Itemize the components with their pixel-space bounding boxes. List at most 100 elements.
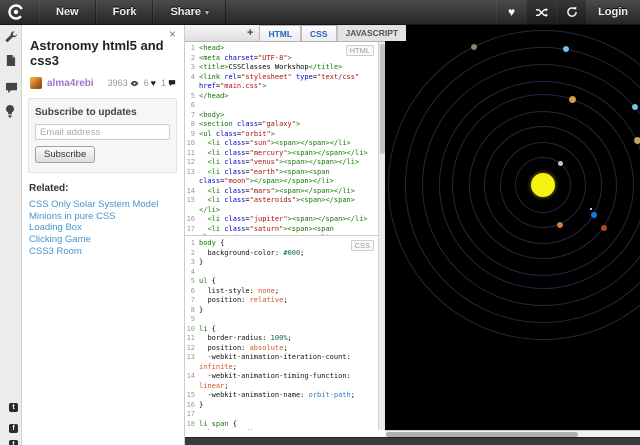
code-line: linear; bbox=[199, 381, 229, 390]
code-line: 4 bbox=[190, 267, 195, 276]
code-line: 13 <li class="earth"><span><span bbox=[186, 167, 330, 176]
menu-fork[interactable]: Fork bbox=[95, 0, 154, 25]
code-line: </li> bbox=[199, 205, 221, 214]
stats: 3963 6 ♥ 1 bbox=[103, 78, 176, 88]
author-link[interactable]: alma4rebi bbox=[47, 78, 94, 89]
code-line: 13 -webkit-animation-iteration-count: bbox=[186, 353, 351, 361]
code-line: 10 li { bbox=[186, 324, 216, 333]
subscribe-button[interactable]: Subscribe bbox=[35, 146, 96, 163]
scrollbar-thumb[interactable] bbox=[380, 44, 385, 154]
related-link[interactable]: Loading Box bbox=[29, 222, 184, 234]
sidebar-icon-strip: t f t bbox=[0, 25, 22, 445]
code-line: 9 bbox=[190, 315, 195, 323]
facebook-button[interactable]: f bbox=[9, 424, 18, 433]
related-link[interactable]: Minions in pure CSS bbox=[29, 211, 184, 223]
code-line: 3} bbox=[190, 258, 204, 266]
tab-css[interactable]: CSS bbox=[301, 25, 337, 41]
tab-html[interactable]: HTML bbox=[259, 25, 302, 41]
tab-javascript[interactable]: JAVASCRIPT bbox=[336, 25, 407, 41]
code-line: 12 position: absolute; bbox=[186, 343, 288, 352]
code-line: 14 <li class="mars"><span></span></li> bbox=[186, 186, 355, 195]
planet-uranus bbox=[563, 46, 569, 52]
add-tab-button[interactable]: + bbox=[241, 25, 259, 41]
code-line: 3 <title>CSSClasses Workshop</title> bbox=[190, 63, 343, 71]
refresh-button[interactable] bbox=[556, 0, 587, 25]
css-code-pane[interactable]: CSS 1 body {2 background-color: #000; 3} 4 5… bbox=[185, 237, 378, 430]
code-line: 1 body { bbox=[190, 239, 225, 247]
code-line: 9 <ul class="orbit"> bbox=[190, 129, 275, 138]
code-line: infinite; bbox=[199, 362, 237, 371]
code-line: 12 <li class="venus"><span></span></li> bbox=[186, 158, 360, 166]
related-link[interactable]: CSS Only Solar System Model bbox=[29, 199, 184, 211]
login-button[interactable]: Login bbox=[586, 6, 640, 18]
code-line: 17 bbox=[186, 410, 195, 418]
planet-jupiter bbox=[568, 95, 576, 103]
code-line: 11 <li class="mercury"><span></span></li… bbox=[186, 148, 368, 157]
code-line: 19 border-radius: 100%; bbox=[185, 429, 378, 430]
planet-mars bbox=[601, 225, 607, 231]
avatar[interactable] bbox=[30, 77, 42, 89]
shuffle-button[interactable] bbox=[526, 0, 557, 25]
code-line: 8 <section class="galaxy"> bbox=[190, 120, 301, 128]
code-line: 16 <li class="jupiter"><span></span></li… bbox=[186, 215, 368, 223]
status-bar bbox=[185, 437, 640, 445]
code-line: class="moon"></span></span></li> bbox=[199, 177, 334, 185]
code-line: 5 ul { bbox=[190, 277, 216, 285]
author-row: alma4rebi 3963 6 ♥ 1 bbox=[30, 77, 176, 89]
code-line: class="ring"></span></span></li> bbox=[185, 234, 378, 235]
menu-new[interactable]: New bbox=[39, 0, 96, 25]
preview-pane bbox=[385, 25, 640, 430]
code-line: 17 <li class="saturn"><span><span bbox=[186, 224, 334, 233]
email-field[interactable] bbox=[35, 124, 170, 140]
related-links: CSS Only Solar System Model Minions in pu… bbox=[29, 199, 184, 258]
tumblr-button[interactable]: t bbox=[9, 440, 18, 445]
menu-share-label: Share bbox=[170, 5, 202, 18]
planet-neptune bbox=[632, 104, 638, 110]
comments-icon[interactable] bbox=[5, 81, 18, 94]
html-code-pane[interactable]: HTML 1 <head> 2 <meta charset="UTF-8"> 3 <tit… bbox=[185, 42, 378, 236]
menu-share[interactable]: Share ▾ bbox=[153, 0, 227, 25]
editor-tabbar: + HTML CSS JAVASCRIPT bbox=[185, 25, 407, 42]
code-line: 18 li span { bbox=[186, 419, 237, 428]
code-line: 15 <li class="asteroids"><span></span> bbox=[186, 196, 355, 204]
favorite-button[interactable]: ♥ bbox=[496, 0, 526, 25]
css-pane-badge: CSS bbox=[350, 240, 374, 251]
code-line: 14 -webkit-animation-timing-function: bbox=[186, 372, 351, 380]
editor-vertical-scrollbar[interactable] bbox=[378, 42, 385, 430]
top-toolbar: New Fork Share ▾ ♥ Login bbox=[0, 0, 640, 25]
code-line: 7 <body> bbox=[190, 110, 225, 119]
related-link[interactable]: CSS3 Room bbox=[29, 246, 184, 258]
preview-horizontal-scrollbar[interactable] bbox=[385, 430, 640, 437]
related-link[interactable]: Clicking Game bbox=[29, 234, 184, 246]
planet-venus bbox=[557, 222, 563, 228]
comments-count: 1 bbox=[160, 78, 166, 88]
code-line: 15 -webkit-animation-name: orbit-path; bbox=[186, 391, 355, 399]
heart-icon: ♥ bbox=[150, 78, 156, 88]
code-line: 8} bbox=[190, 305, 204, 314]
related-heading: Related: bbox=[29, 183, 69, 194]
details-panel: × Astronomy html5 and css3 alma4rebi 396… bbox=[22, 25, 185, 445]
settings-wrench-icon[interactable] bbox=[5, 31, 18, 44]
planet-earth bbox=[591, 212, 597, 218]
app-window: New Fork Share ▾ ♥ Login t f t × Astrono… bbox=[0, 0, 640, 445]
likes-count: 6 bbox=[143, 78, 149, 88]
shuffle-icon bbox=[536, 7, 548, 17]
planet-moon bbox=[590, 208, 592, 210]
code-line: 11 border-radius: 100%; bbox=[186, 334, 292, 342]
main-menu: New Fork Share ▾ bbox=[39, 0, 227, 25]
chevron-down-icon: ▾ bbox=[205, 7, 210, 17]
code-line: href="main.css"> bbox=[199, 82, 267, 90]
toolbar-right-group: ♥ Login bbox=[496, 0, 640, 25]
comment-icon bbox=[168, 80, 176, 87]
code-line: 4 <link rel="stylesheet" type="text/css" bbox=[190, 72, 360, 81]
lightbulb-icon[interactable] bbox=[5, 105, 18, 118]
views-count: 3963 bbox=[107, 78, 128, 88]
details-file-icon[interactable] bbox=[5, 54, 18, 67]
twitter-button[interactable]: t bbox=[9, 403, 18, 412]
code-line: 6 list-style: none; bbox=[190, 286, 280, 295]
close-icon[interactable]: × bbox=[169, 28, 176, 40]
code-line: 10 <li class="sun"><span></span></li> bbox=[186, 139, 351, 147]
cssdeck-logo-icon[interactable] bbox=[7, 3, 25, 21]
planet-mercury bbox=[557, 160, 563, 166]
refresh-icon bbox=[566, 6, 577, 17]
